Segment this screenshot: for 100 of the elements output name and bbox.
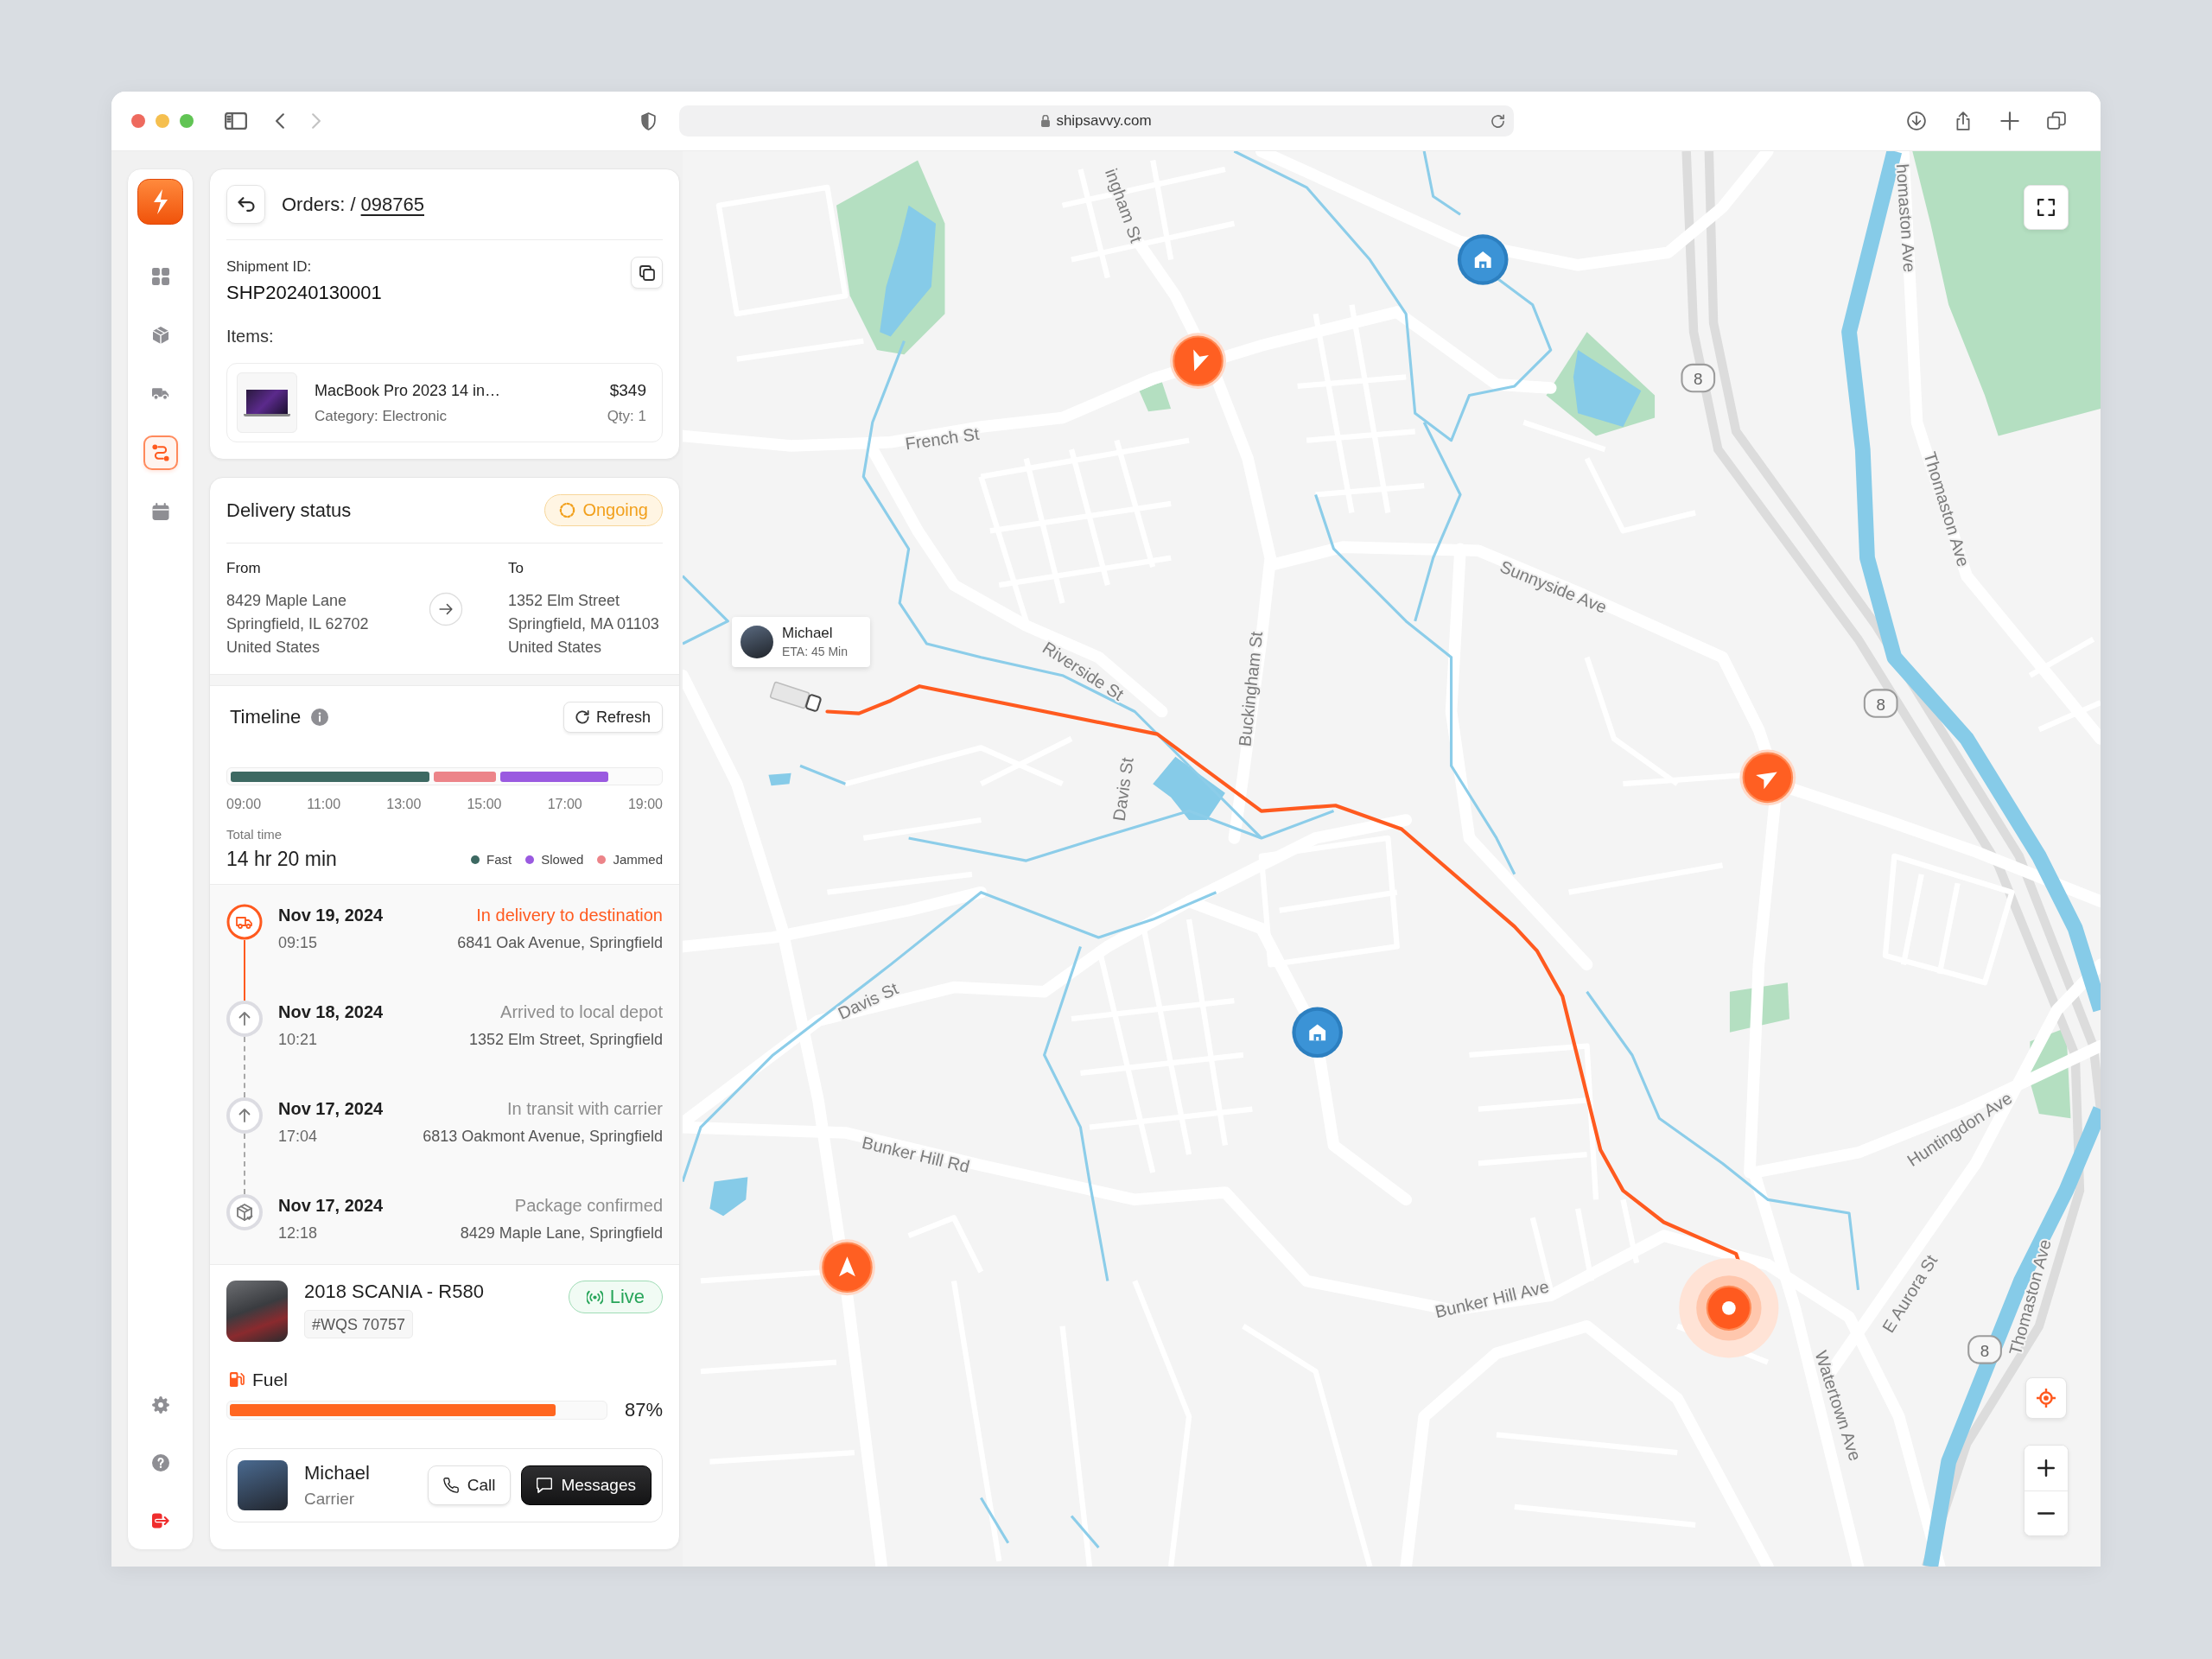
reload-icon[interactable] [1491,113,1505,129]
event-status: In delivery to destination [475,905,663,926]
copy-button[interactable] [631,257,663,289]
address-line: United States [508,638,603,658]
event-time: 10:21 [278,1030,319,1050]
undo-arrow-icon [237,197,255,212]
zoom-out-button[interactable] [2024,1490,2068,1535]
warehouse-marker-icon[interactable] [1457,234,1509,285]
order-number-link[interactable]: 098765 [360,193,424,216]
navigation-marker-icon[interactable] [1170,333,1226,390]
street-label: ingham St [1102,166,1147,245]
address-line: United States [226,638,321,658]
route-shield: 8 [1681,363,1716,393]
timeline-connector [244,940,245,1001]
total-time-label: Total time [226,827,283,842]
legend-label: Fast [486,852,512,867]
minus-icon [2037,1511,2055,1515]
park-area [1139,381,1172,412]
status-label: Live [609,1286,645,1308]
window-maximize-icon[interactable] [180,114,194,128]
box-icon [151,327,169,344]
warehouse-marker-icon[interactable] [1292,1007,1343,1058]
broadcast-icon [586,1288,603,1306]
refresh-button[interactable]: Refresh [563,702,663,733]
back-icon[interactable] [276,113,285,129]
event-date: Nov 17, 2024 [278,1098,384,1120]
event-address: 8429 Maple Lane, Springfield [460,1224,663,1243]
calendar-icon [151,503,169,520]
item-name: MacBook Pro 2023 14 in… [315,380,502,401]
address-bar[interactable]: shipsavvy.com [679,105,1514,137]
zoom-in-button[interactable] [2024,1446,2068,1491]
locate-button[interactable] [2025,1377,2067,1419]
section-title: Timeline [230,706,302,728]
download-icon[interactable] [1907,111,1926,130]
help-icon [151,1454,169,1471]
info-icon[interactable] [311,709,329,726]
logo-icon[interactable] [137,179,183,225]
fuel-reading: 87% [624,1399,663,1421]
call-button[interactable]: Call [427,1465,512,1505]
event-address: 6813 Oakmont Avenue, Springfield [423,1127,663,1147]
fullscreen-button[interactable] [2024,185,2069,230]
legend-label: Slowed [541,852,584,867]
street-label: Davis St [835,978,901,1023]
street-label: Davis St [1109,756,1137,823]
grid-icon [151,268,169,285]
event-time: 09:15 [278,933,319,953]
carrier-name: Michael [304,1462,371,1484]
shipment-id: SHP20240130001 [226,281,382,305]
time-tick-label: 13:00 [386,796,422,813]
time-tick-label: 11:00 [307,796,341,813]
navigation-marker-icon[interactable] [819,1239,875,1296]
from-label: From [226,559,262,578]
item-card[interactable]: MacBook Pro 2023 14 in… Category: Electronic $349 Qty: 1 [226,363,663,442]
route-shield: 8 [1967,1335,2002,1364]
back-button[interactable] [226,185,265,224]
copy-icon [639,264,655,281]
shield-icon[interactable] [641,111,656,130]
settings-icon [151,1396,169,1414]
address-line: Springfield, MA 01103 [508,614,659,634]
street-label: Bunker Hill Rd [860,1133,972,1176]
window-close-icon[interactable] [131,114,145,128]
event-status: Arrived to local depot [499,1001,663,1023]
driver-popup[interactable]: Michael ETA: 45 Min [732,617,870,667]
navigation-marker-icon[interactable] [1739,749,1796,806]
time-tick-label: 19:00 [627,796,663,813]
event-time: 12:18 [278,1224,319,1243]
logout-icon [151,1512,169,1529]
street-label: homaston Ave [1892,163,1920,273]
truck-icon [151,385,169,403]
items-label: Items: [226,326,275,346]
event-date: Nov 18, 2024 [278,1001,384,1023]
truck-icon[interactable] [769,681,823,713]
address-line: Springfield, IL 62702 [226,614,370,634]
sidebar-item[interactable] [143,435,178,470]
destination-marker-icon[interactable] [1679,1258,1779,1358]
street-label: Buckingham St [1235,630,1267,747]
route-shield: 8 [1863,689,1898,718]
driver-eta: ETA: 45 Min [782,644,848,659]
carrier-role: Carrier [304,1490,356,1509]
section-title: Delivery status [226,499,352,522]
driver-name: Michael [782,625,834,642]
messages-button[interactable]: Messages [521,1465,652,1505]
new-tab-plus-icon[interactable] [2000,111,2019,130]
vehicle-name: 2018 SCANIA - R580 [304,1281,485,1303]
item-category: Category: Electronic [315,406,448,426]
lake [768,772,791,786]
lock-icon [1041,115,1051,127]
license-plate: #WQS 70757 [304,1310,414,1338]
street-label: French St [904,423,981,454]
fuel-pump-icon [229,1372,245,1388]
sidebar-toggle-icon[interactable] [225,112,247,130]
locate-icon [2037,1389,2056,1408]
event-date: Nov 19, 2024 [278,905,384,926]
time-tick-label: 09:00 [226,796,262,813]
event-time: 17:04 [278,1127,319,1147]
plus-icon [2037,1459,2055,1477]
tabs-overview-icon[interactable] [2047,111,2066,130]
route-icon [151,444,169,461]
arrow-right-icon [429,592,463,626]
shipment-id-label: Shipment ID: [226,257,313,276]
